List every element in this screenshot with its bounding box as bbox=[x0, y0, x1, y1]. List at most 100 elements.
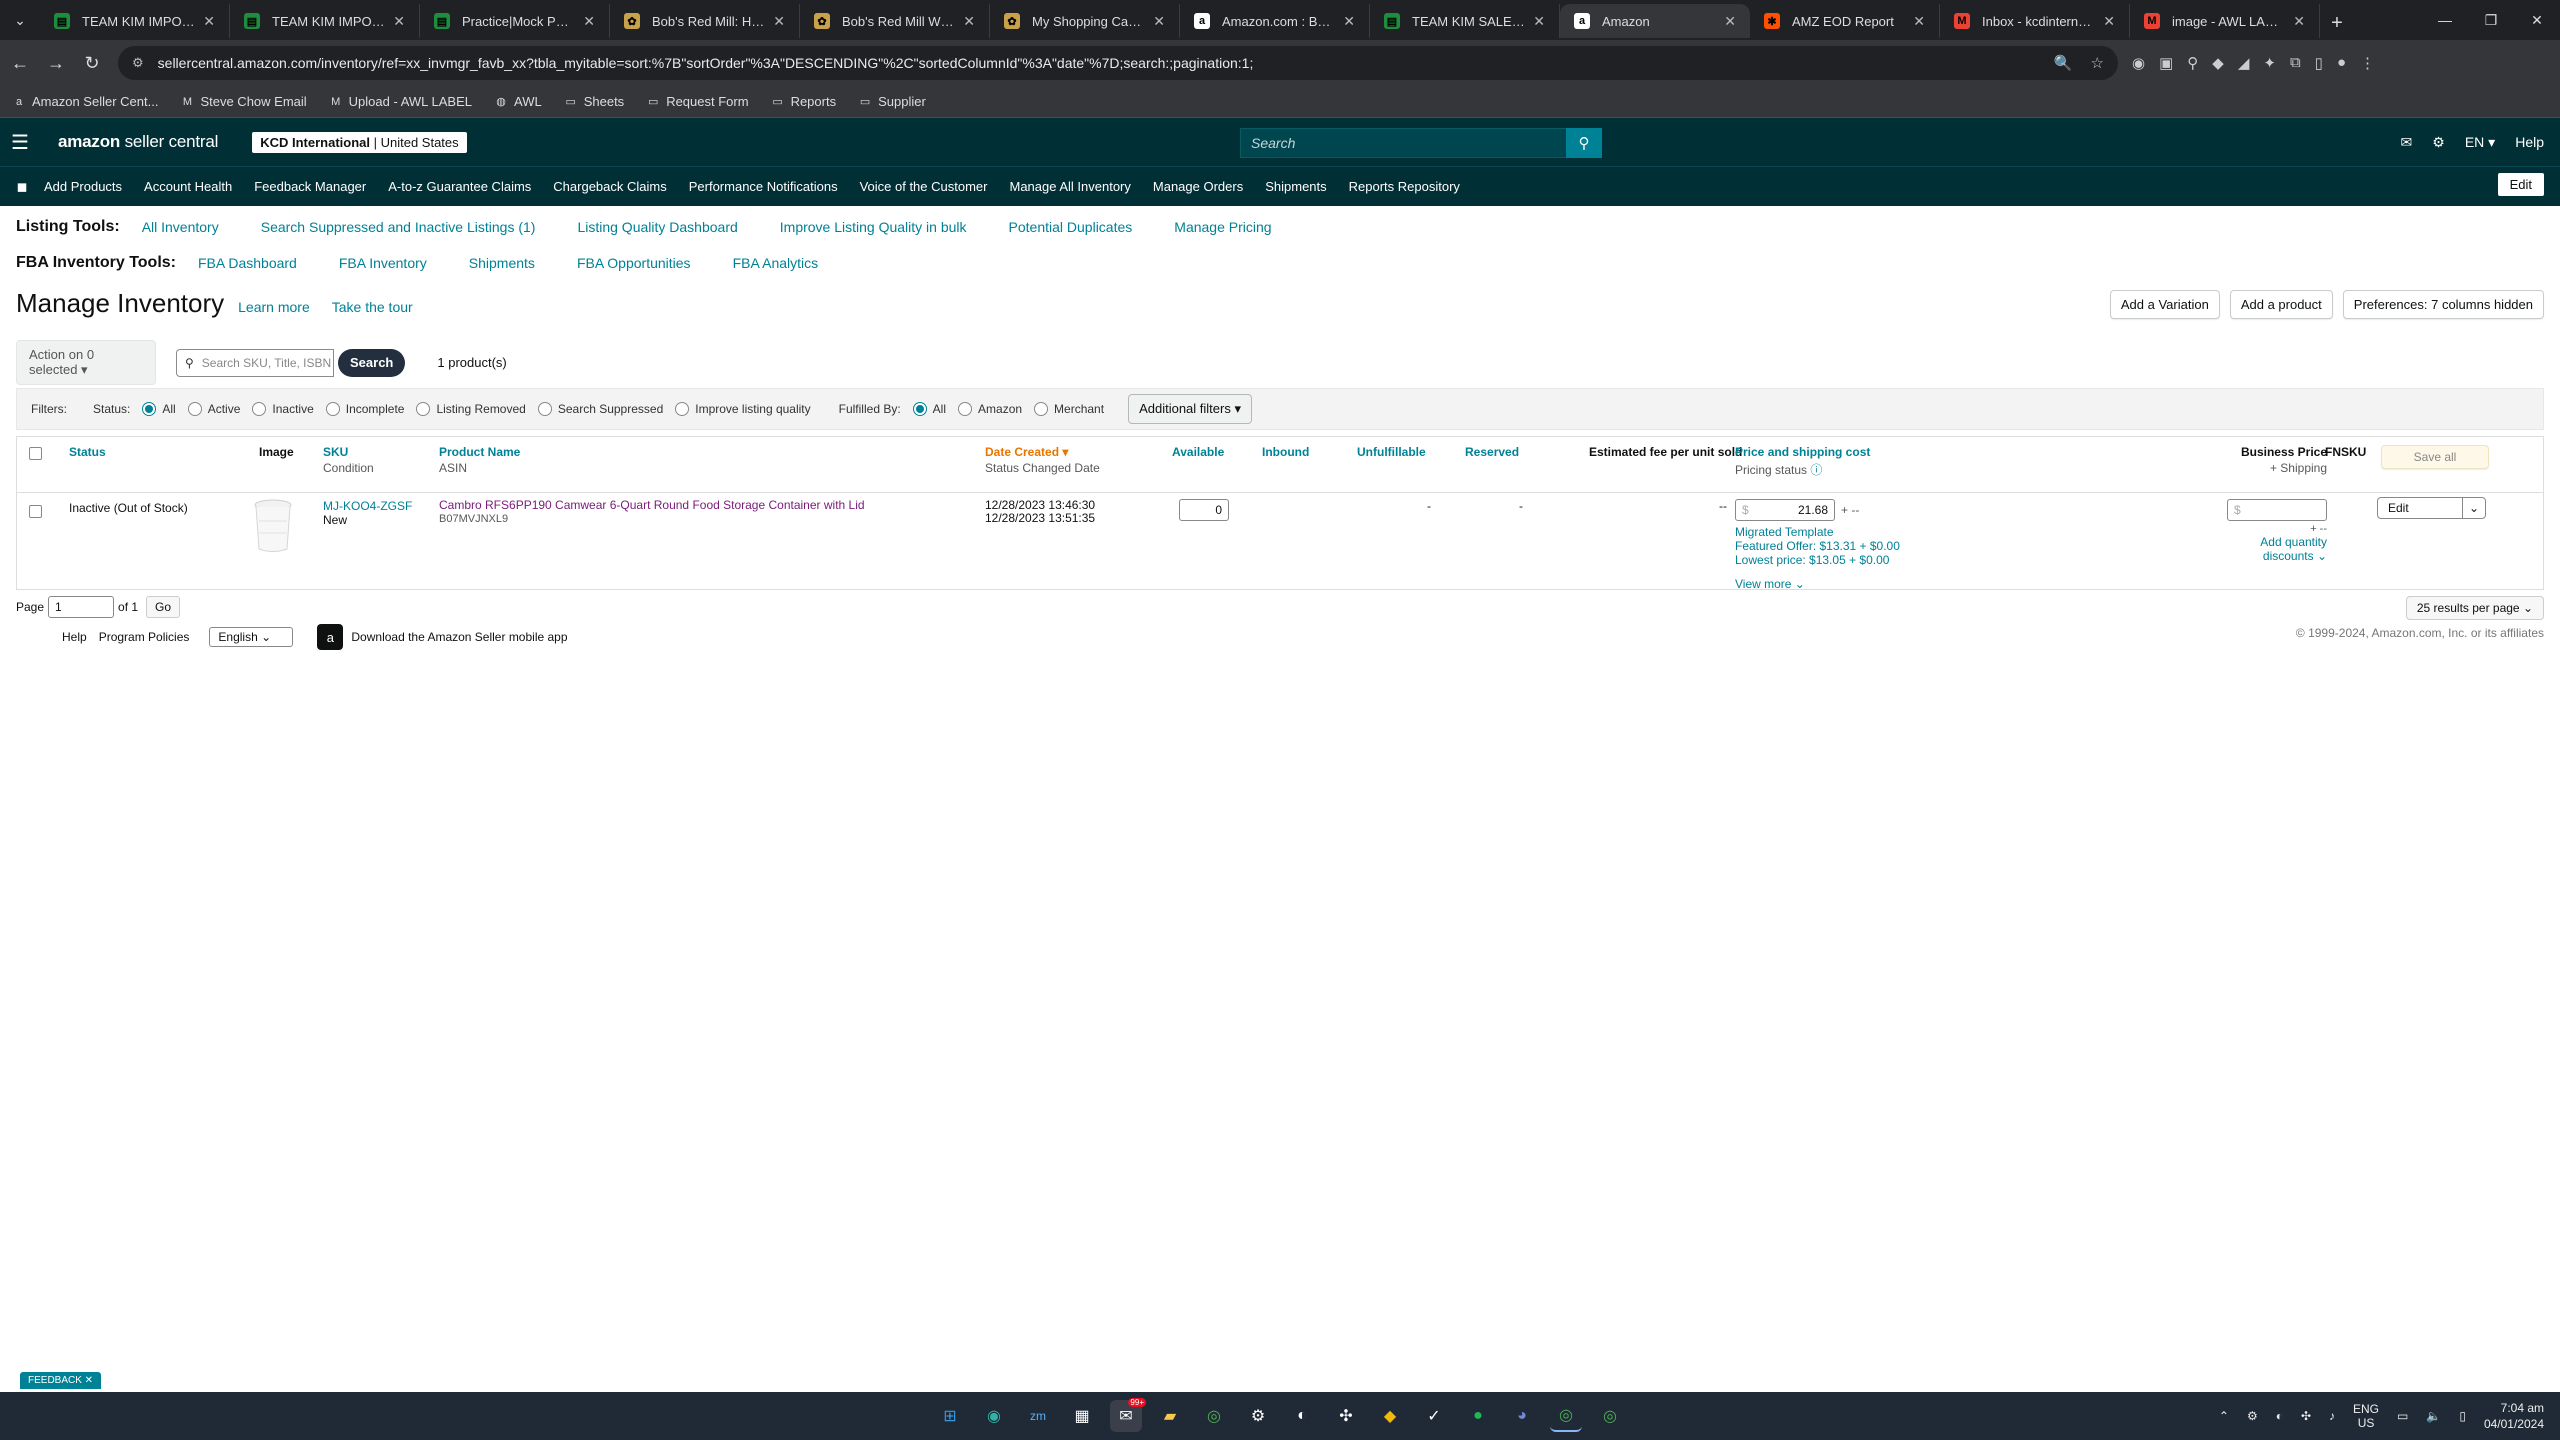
nav-edit-button[interactable]: Edit bbox=[2497, 173, 2544, 196]
filter-radio[interactable] bbox=[325, 402, 340, 416]
menu-icon[interactable]: ⋮ bbox=[2360, 54, 2375, 72]
nav-item[interactable]: A-to-z Guarantee Claims bbox=[388, 179, 531, 194]
chevron-up-icon[interactable]: ⌃ bbox=[2219, 1409, 2229, 1423]
extension-icon[interactable]: ▣ bbox=[2159, 54, 2173, 72]
settings-gear-icon[interactable]: ⚙ bbox=[2432, 134, 2445, 151]
business-price-input[interactable]: $ bbox=[2227, 499, 2327, 521]
bookmark-item[interactable]: a Amazon Seller Cent... bbox=[12, 94, 159, 109]
additional-filters-button[interactable]: Additional filters ▾ bbox=[1128, 394, 1252, 424]
tab-search-icon[interactable]: ⌄ bbox=[0, 0, 40, 40]
close-tab-icon[interactable]: ✕ bbox=[1533, 13, 1545, 30]
input-language[interactable]: ENG US bbox=[2353, 1402, 2379, 1430]
browser-tab[interactable]: ▤ Practice|Mock PR - Go ✕ bbox=[420, 4, 610, 38]
spotify-icon[interactable]: ● bbox=[1462, 1400, 1494, 1432]
browser-tab[interactable]: Mimage - AWL LABEL ✕ bbox=[2130, 4, 2320, 38]
close-window-icon[interactable]: ✕ bbox=[2514, 0, 2560, 40]
extension-icon[interactable]: ⚲ bbox=[2187, 54, 2198, 72]
nav-item[interactable]: Manage Orders bbox=[1153, 179, 1243, 194]
close-tab-icon[interactable]: ✕ bbox=[963, 13, 975, 30]
filter-radio[interactable] bbox=[252, 402, 267, 416]
bookmark-item[interactable]: M Steve Chow Email bbox=[180, 94, 307, 109]
clock[interactable]: 7:04 am 04/01/2024 bbox=[2484, 1400, 2544, 1432]
results-per-page-select[interactable]: 25 results per page ⌄ bbox=[2405, 596, 2544, 620]
steam-icon[interactable]: ⚙ bbox=[1242, 1400, 1274, 1432]
filter-radio[interactable] bbox=[1034, 402, 1049, 416]
browser-tab[interactable]: ▤ TEAM KIM IMPORTANT ✕ bbox=[40, 4, 230, 38]
product-title-link[interactable]: Cambro RFS6PP190 Camwear 6-Quart Round F… bbox=[439, 498, 865, 512]
back-icon[interactable]: ← bbox=[4, 47, 36, 79]
site-info-icon[interactable]: ⚙ bbox=[132, 55, 144, 71]
browser-tab[interactable]: ✱ AMZ EOD Report ✕ bbox=[1750, 4, 1940, 38]
zoom-app-icon[interactable]: zm bbox=[1022, 1400, 1054, 1432]
program-policies-link[interactable]: Program Policies bbox=[99, 630, 190, 644]
feedback-tab[interactable]: FEEDBACK ✕ bbox=[20, 1372, 102, 1389]
tool-link[interactable]: Manage Pricing bbox=[1174, 219, 1271, 235]
browser-tab[interactable]: ✿ My Shopping Cart - Vi ✕ bbox=[990, 4, 1180, 38]
tool-link[interactable]: Potential Duplicates bbox=[1009, 219, 1133, 235]
tool-link[interactable]: FBA Opportunities bbox=[577, 255, 691, 271]
filter-radio[interactable] bbox=[416, 402, 431, 416]
hamburger-menu-icon[interactable]: ☰ bbox=[0, 130, 40, 155]
forward-icon[interactable]: → bbox=[40, 47, 72, 79]
bookmark-item[interactable]: ▭ Reports bbox=[771, 94, 836, 109]
bookmark-item[interactable]: ▭ Supplier bbox=[858, 94, 926, 109]
footer-language-select[interactable]: English ⌄ bbox=[209, 627, 294, 647]
battery-icon[interactable]: ▯ bbox=[2459, 1409, 2466, 1423]
col-price[interactable]: Price and shipping cost Pricing status ⓘ bbox=[1735, 445, 1870, 478]
info-icon[interactable]: ⓘ bbox=[1810, 463, 1822, 477]
filter-radio[interactable] bbox=[142, 402, 157, 416]
close-tab-icon[interactable]: ✕ bbox=[2103, 13, 2115, 30]
footer-help-link[interactable]: Help bbox=[62, 630, 87, 644]
new-tab-button[interactable]: + bbox=[2320, 6, 2354, 40]
close-tab-icon[interactable]: ✕ bbox=[773, 13, 785, 30]
extension-icon[interactable]: ✦ bbox=[2263, 54, 2276, 72]
browser-tab[interactable]: ✿ Bob's Red Mill: Healthy ✕ bbox=[610, 4, 800, 38]
zoom-icon[interactable]: 🔍 bbox=[2054, 54, 2073, 72]
col-inbound[interactable]: Inbound bbox=[1262, 445, 1309, 459]
app-icon[interactable]: ✓ bbox=[1418, 1400, 1450, 1432]
tray-icon[interactable]: ✣ bbox=[2301, 1409, 2311, 1423]
product-image[interactable] bbox=[253, 499, 293, 553]
nav-item[interactable]: Performance Notifications bbox=[689, 179, 838, 194]
chevron-down-icon[interactable]: ⌄ bbox=[2462, 498, 2485, 518]
add-product-button[interactable]: Add a product bbox=[2229, 290, 2333, 319]
header-search-input[interactable]: Search bbox=[1240, 128, 1602, 158]
windows-start-icon[interactable]: ⊞ bbox=[934, 1400, 966, 1432]
chrome-profile-icon[interactable]: ◎ bbox=[1550, 1400, 1582, 1432]
mail-icon[interactable]: ✉ bbox=[2401, 134, 2413, 151]
tool-link[interactable]: Improve Listing Quality in bulk bbox=[780, 219, 967, 235]
filter-radio[interactable] bbox=[958, 402, 973, 416]
tool-link[interactable]: Listing Quality Dashboard bbox=[577, 219, 737, 235]
nav-item[interactable]: Feedback Manager bbox=[254, 179, 366, 194]
nav-item[interactable]: Manage All Inventory bbox=[1009, 179, 1130, 194]
network-icon[interactable]: ▭ bbox=[2397, 1409, 2408, 1423]
account-switcher[interactable]: KCD International | United States bbox=[252, 131, 467, 153]
close-tab-icon[interactable]: ✕ bbox=[203, 13, 215, 30]
col-product-name[interactable]: Product Name ASIN bbox=[439, 445, 520, 475]
available-quantity-input[interactable]: 0 bbox=[1179, 499, 1229, 521]
close-tab-icon[interactable]: ✕ bbox=[583, 13, 595, 30]
chrome-icon[interactable]: ◎ bbox=[1198, 1400, 1230, 1432]
extension-icon[interactable]: ◉ bbox=[2132, 54, 2145, 72]
calculator-icon[interactable]: ▦ bbox=[1066, 1400, 1098, 1432]
discord-icon[interactable]: ◕ bbox=[1506, 1400, 1538, 1432]
edge-icon[interactable]: ◉ bbox=[978, 1400, 1010, 1432]
nav-item[interactable]: Add Products bbox=[44, 179, 122, 194]
save-all-button[interactable]: Save all bbox=[2381, 445, 2489, 469]
add-variation-button[interactable]: Add a Variation bbox=[2109, 290, 2220, 319]
sku-search-button[interactable]: Search bbox=[338, 348, 406, 377]
col-status[interactable]: Status bbox=[69, 445, 106, 459]
browser-tab[interactable]: M Inbox - kcdinternation ✕ bbox=[1940, 4, 2130, 38]
restore-icon[interactable]: ❐ bbox=[2468, 0, 2514, 40]
steam-tray-icon[interactable]: ⚙ bbox=[2247, 1409, 2258, 1423]
mobile-app-link[interactable]: a Download the Amazon Seller mobile app bbox=[317, 624, 568, 650]
tray-icon[interactable]: ♪ bbox=[2329, 1409, 2335, 1423]
view-more-link[interactable]: View more ⌄ bbox=[1735, 577, 1900, 591]
reload-icon[interactable]: ↻ bbox=[76, 47, 108, 79]
close-tab-icon[interactable]: ✕ bbox=[1343, 13, 1355, 30]
tool-link[interactable]: FBA Inventory bbox=[339, 255, 427, 271]
price-input[interactable]: $21.68 bbox=[1735, 499, 1835, 521]
quantity-discounts-link[interactable]: Add quantity discounts ⌄ bbox=[2207, 535, 2327, 563]
filter-radio[interactable] bbox=[537, 402, 552, 416]
sku-search-input[interactable]: ⚲ Search SKU, Title, ISBN bbox=[176, 348, 334, 377]
